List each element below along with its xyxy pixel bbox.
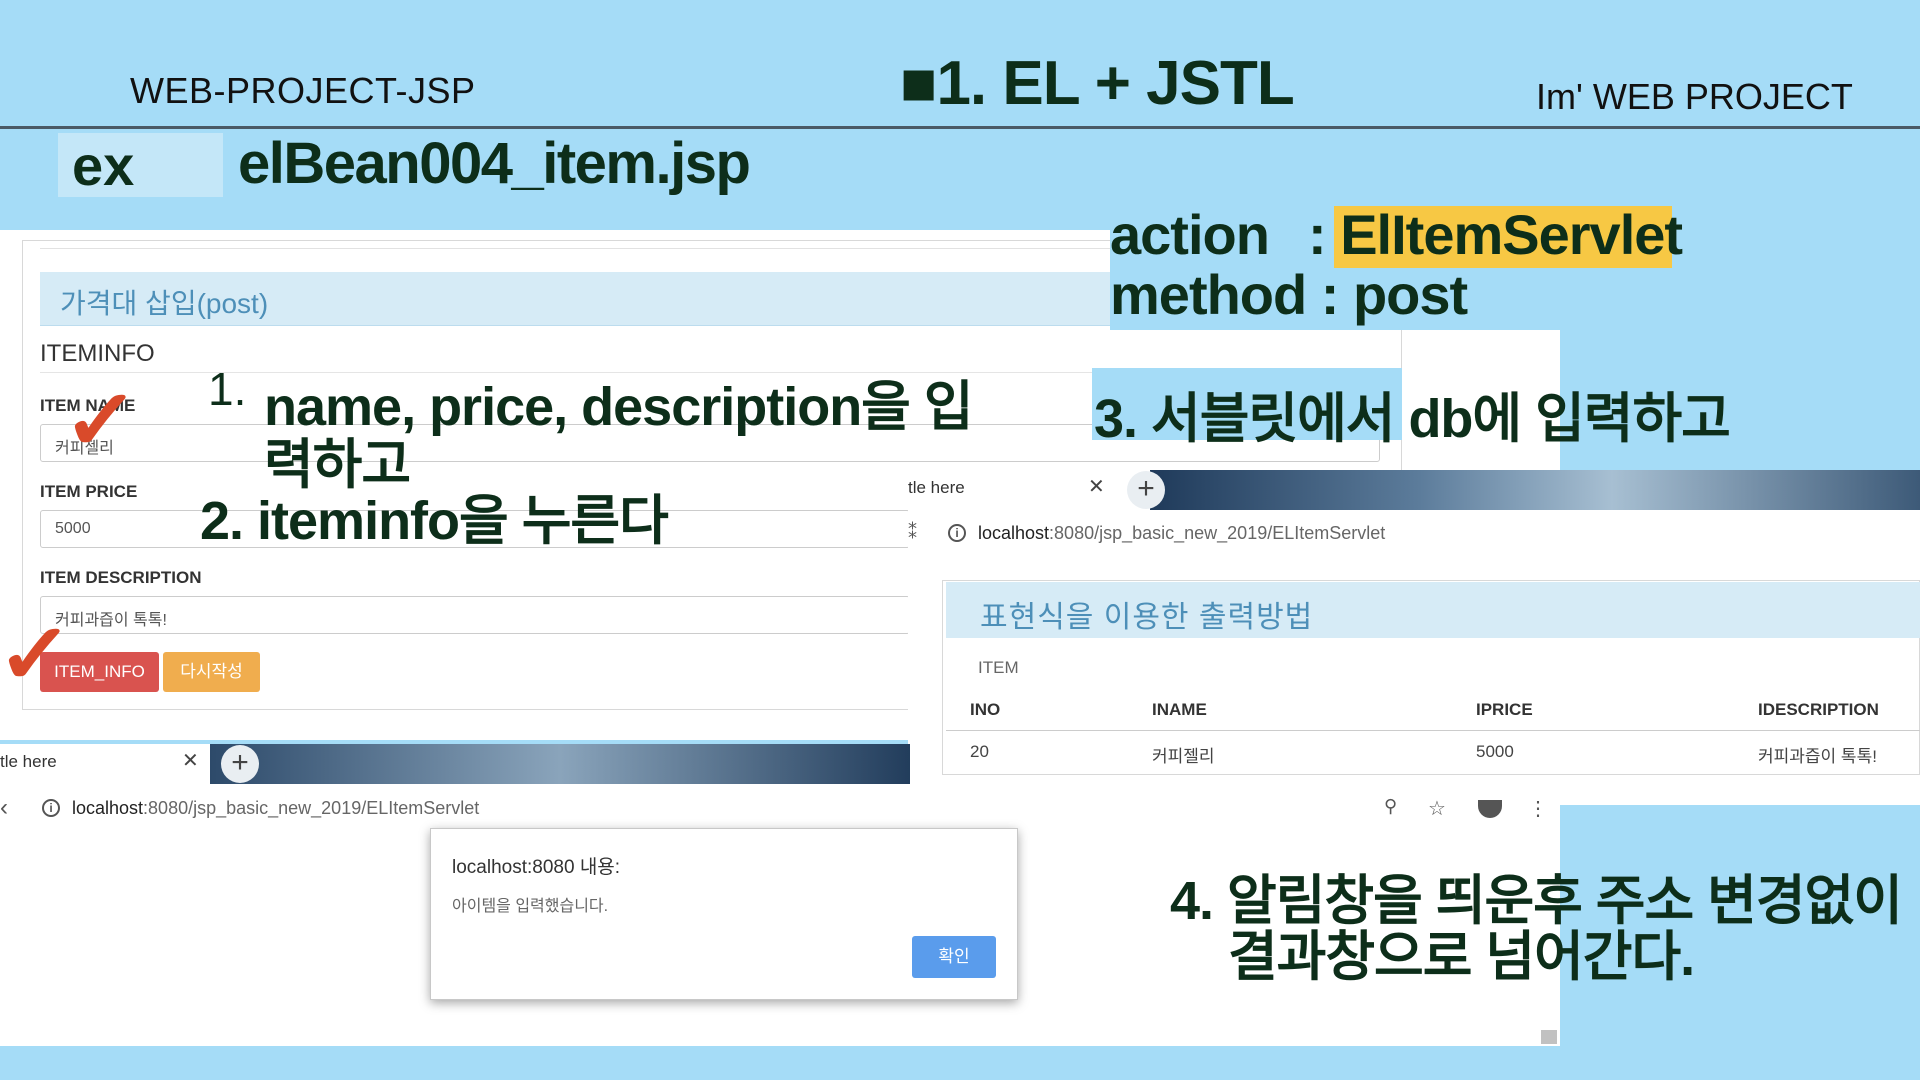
col-ino: INO: [970, 700, 1001, 719]
plus-icon[interactable]: +: [1127, 471, 1165, 509]
alert-url-host: localhost: [72, 798, 144, 818]
result-url-host: localhost: [978, 523, 1050, 543]
cell-iname: 커피젤리: [1152, 747, 1215, 766]
close-icon[interactable]: ✕: [1088, 474, 1105, 499]
cell-iprice: 5000: [1476, 742, 1514, 761]
check-mark-icon: ✓: [0, 607, 74, 701]
col-idescription: IDESCRIPTION: [1758, 700, 1879, 719]
step4-text-line2: 결과창으로 넘어간다.: [1228, 927, 1695, 987]
result-tab-title[interactable]: tle here: [908, 478, 965, 498]
table-header-line: [946, 730, 1920, 731]
alert-message: 아이템을 입력했습니다.: [452, 898, 609, 915]
header-left-title: WEB-PROJECT-JSP: [130, 70, 476, 111]
action-value: : ElItemServlet: [1308, 203, 1683, 266]
header-divider: [0, 126, 1920, 129]
file-name: elBean004_item.jsp: [238, 131, 751, 196]
search-icon[interactable]: ⚲: [1384, 796, 1397, 817]
cell-ino: 20: [970, 742, 989, 761]
col-iprice: IPRICE: [1476, 700, 1533, 719]
extension-icon[interactable]: ⁑: [908, 522, 917, 543]
scrollbar-thumb[interactable]: [1541, 1030, 1557, 1044]
info-icon[interactable]: i: [42, 799, 60, 817]
step2-text: 2. iteminfo을 누른다: [200, 491, 669, 551]
item-price-label: ITEM PRICE: [40, 482, 138, 501]
cell-idescription: 커피과즙이 톡톡!: [1758, 747, 1877, 766]
item-description-input[interactable]: 커피과즙이 톡톡!: [40, 596, 910, 634]
method-line: method : post: [1110, 263, 1468, 326]
form-section-title: ITEMINFO: [40, 340, 155, 367]
result-url-path: :8080/jsp_basic_new_2019/ELItemServlet: [1049, 523, 1386, 543]
plus-icon[interactable]: +: [221, 745, 259, 783]
alert-url-path: :8080/jsp_basic_new_2019/ELItemServlet: [143, 798, 480, 818]
step1-number: 1.: [208, 363, 247, 415]
alert-tab-strip: [210, 744, 910, 784]
col-iname: INAME: [1152, 700, 1207, 719]
result-heading-bar: 표현식을 이용한 출력방법: [946, 582, 1920, 638]
alert-title: localhost:8080 내용:: [452, 857, 621, 878]
alert-url: localhost:8080/jsp_basic_new_2019/ELItem…: [72, 798, 479, 819]
alert-ok-button[interactable]: 확인: [912, 936, 996, 978]
ex-label: ex: [72, 134, 135, 197]
back-arrow-icon[interactable]: ‹: [0, 794, 8, 822]
check-mark-icon: ✓: [62, 373, 140, 467]
info-icon[interactable]: i: [948, 524, 966, 542]
header-center-title: ■1. EL + JSTL: [900, 49, 1295, 118]
menu-icon[interactable]: ⋮: [1528, 796, 1548, 821]
item-description-label: ITEM DESCRIPTION: [40, 568, 202, 587]
star-icon[interactable]: ☆: [1428, 796, 1446, 821]
action-label: action: [1110, 203, 1270, 266]
form-heading: 가격대 삽입(post): [60, 288, 269, 319]
step3-text: 3. 서블릿에서 db에 입력하고: [1094, 389, 1731, 449]
reset-button[interactable]: 다시작성: [163, 652, 260, 692]
result-url: localhost:8080/jsp_basic_new_2019/ELItem…: [978, 523, 1385, 544]
result-heading: 표현식을 이용한 출력방법: [980, 601, 1314, 634]
alert-tab-title[interactable]: tle here: [0, 752, 57, 772]
close-icon[interactable]: ✕: [182, 748, 199, 773]
result-caption: ITEM: [978, 658, 1019, 677]
result-tab-strip: [1150, 470, 1920, 510]
header-right-title: Im' WEB PROJECT: [1536, 76, 1853, 117]
